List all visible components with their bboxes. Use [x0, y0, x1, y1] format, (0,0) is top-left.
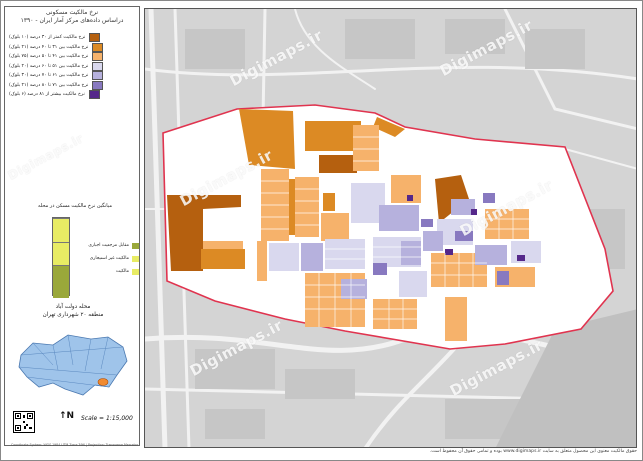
legend-label: نرخ مالکیت بین ۳۱ تا ۴۰ درصد (۲۱ بلوک): [9, 44, 89, 50]
north-label: N: [66, 411, 75, 421]
district-line2: منطقه ۲۰ شهرداری تهران: [42, 312, 104, 318]
legend-item: نرخ مالکیت بیشتر از ۸۱ درصد (۶ بلوک): [9, 90, 137, 100]
bar-segment: [53, 264, 69, 298]
district-line1: محله دولت آباد: [55, 304, 91, 310]
legend-label: نرخ مالکیت بین ۴۱ تا ۵۰ درصد (۷۵ بلوک): [9, 54, 89, 60]
legend-list: نرخ مالکیت کمتر از ۳۰ درصد (۱۰ بلوک) نرخ …: [9, 33, 137, 100]
legend-panel: نرخ مالکیت مسکونی دراساس داده‌های مرکز آ…: [4, 6, 140, 447]
map-footer: ↑N Scale = 1:15,000 Coordinate System: W…: [9, 407, 139, 447]
inset-map: [13, 325, 133, 405]
legend-label: نرخ مالکیت بیشتر از ۸۱ درصد (۶ بلوک): [9, 92, 85, 98]
scale-text: Scale = 1:15,000: [81, 415, 133, 422]
legend-label: نرخ مالکیت بین ۷۱ تا ۸۰ درصد (۲۱ بلوک): [9, 82, 89, 88]
legend-label: نرخ مالکیت بین ۵۱ تا ۶۰ درصد (۲۰ بلوک): [9, 63, 89, 69]
bar-legend-label: مالکیت غیر استیجاری: [89, 256, 129, 261]
projection-note: Coordinate System: WGS 1984 UTM Zone 39N…: [11, 443, 139, 447]
bar-legend: مقابل مرجعیت اجباری مالکیت غیر استیجاری ما…: [77, 239, 139, 278]
legend-item: نرخ مالکیت بین ۶۱ تا ۷۰ درصد (۳۰ بلوک): [9, 71, 137, 81]
legend-swatch: [89, 33, 101, 43]
bar-legend-swatch: [132, 268, 139, 275]
bar-segment: [53, 242, 69, 265]
legend-swatch: [88, 90, 100, 100]
legend-title-line2: دراساس داده‌های مرکز آمار ایران - ۱۳۹۰: [20, 17, 124, 24]
map-svg: [145, 9, 636, 447]
legend-title-line1: نرخ مالکیت مسکونی: [45, 9, 99, 16]
district-title: محله دولت آباد منطقه ۲۰ شهرداری تهران: [9, 303, 137, 319]
map-canvas[interactable]: Digimaps.ir Digimaps.ir Digimaps.ir Digi…: [144, 8, 637, 448]
bar-segment: [53, 218, 69, 243]
legend-item: نرخ مالکیت بین ۷۱ تا ۸۰ درصد (۲۱ بلوک): [9, 80, 137, 91]
legend-item: نرخ مالکیت بین ۳۱ تا ۴۰ درصد (۲۱ بلوک): [9, 42, 137, 53]
copyright-credit: حقوق مالکیت معنوی این محصول متعلق به سای…: [429, 449, 637, 454]
bar-legend-label: مالکیت: [115, 269, 129, 274]
legend-swatch: [92, 52, 104, 62]
legend-swatch: [92, 42, 104, 52]
stacked-bar: [52, 217, 70, 298]
inset-highlight: [97, 378, 109, 386]
bar-legend-item: مقابل مرجعیت اجباری: [77, 239, 139, 252]
bar-chart-title: میانگین نرخ مالکیت مسکن در محله: [38, 203, 112, 209]
bar-legend-item: مالکیت: [77, 265, 139, 278]
legend-item: نرخ مالکیت بین ۵۱ تا ۶۰ درصد (۲۰ بلوک): [9, 61, 137, 72]
bar-legend-item: مالکیت غیر استیجاری: [77, 252, 139, 265]
legend-label: نرخ مالکیت بین ۶۱ تا ۷۰ درصد (۳۰ بلوک): [9, 73, 89, 79]
legend-swatch: [92, 80, 104, 90]
north-arrow: ↑N: [59, 411, 75, 421]
legend-title: نرخ مالکیت مسکونی دراساس داده‌های مرکز آ…: [5, 9, 139, 25]
inset-map-svg: [18, 334, 128, 396]
legend-item: نرخ مالکیت بین ۴۱ تا ۵۰ درصد (۷۵ بلوک): [9, 52, 137, 62]
bar-legend-swatch: [132, 242, 139, 249]
legend-label: نرخ مالکیت کمتر از ۳۰ درصد (۱۰ بلوک): [9, 35, 86, 41]
legend-swatch: [92, 61, 104, 71]
bar-legend-label: مقابل مرجعیت اجباری: [88, 243, 129, 248]
legend-item: نرخ مالکیت کمتر از ۳۰ درصد (۱۰ بلوک): [9, 33, 137, 43]
bar-legend-swatch: [132, 255, 139, 262]
qr-code: [13, 411, 35, 433]
legend-swatch: [92, 71, 104, 81]
